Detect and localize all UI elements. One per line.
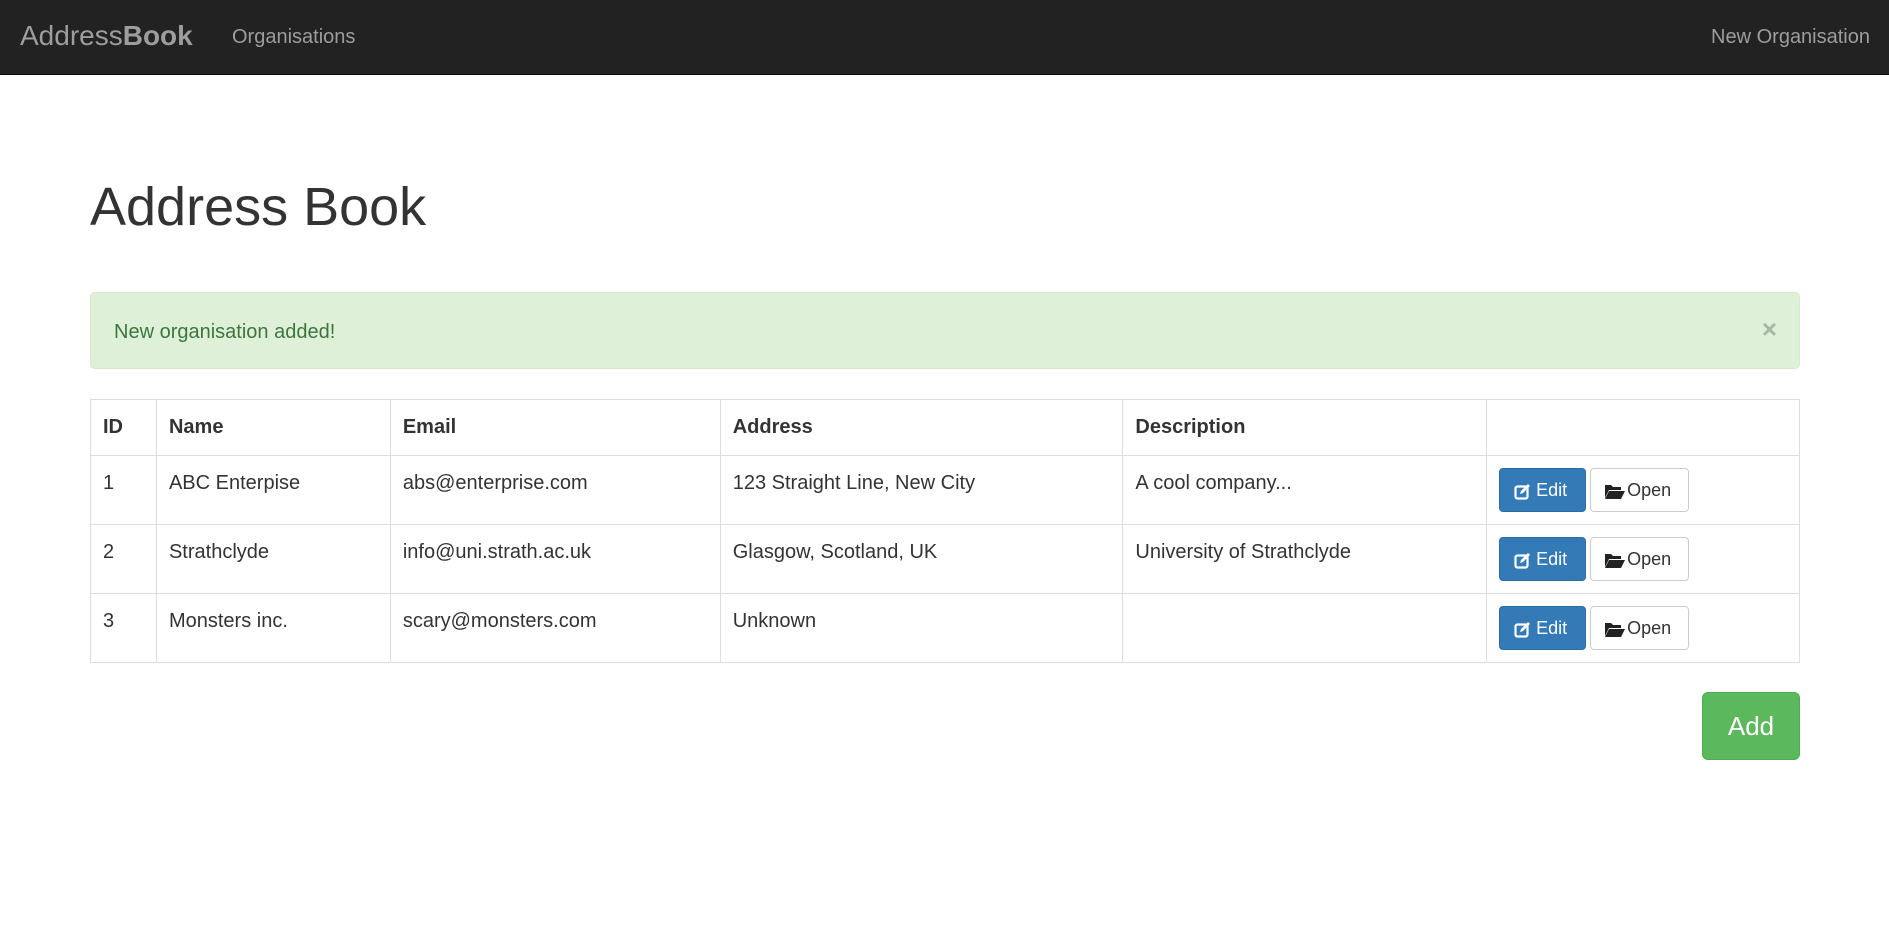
cell-id: 2 (90, 524, 157, 594)
brand-bold: Book (122, 20, 193, 51)
cell-email: scary@monsters.com (389, 593, 721, 663)
cell-address: Glasgow, Scotland, UK (719, 524, 1124, 594)
navbar: AddressBook Organisations New Organisati… (0, 0, 1889, 75)
cell-actions: Edit Open (1486, 455, 1800, 525)
open-button[interactable]: Open (1590, 468, 1690, 512)
table-row: 2 Strathclyde info@uni.strath.ac.uk Glas… (90, 524, 1800, 594)
edit-icon (1514, 621, 1531, 638)
brand-logo[interactable]: AddressBook (20, 20, 193, 52)
edit-button[interactable]: Edit (1499, 537, 1587, 581)
organisations-table: ID Name Email Address Description 1 ABC … (90, 399, 1800, 663)
brand-light: Address (20, 20, 123, 51)
nav-new-organisation-link[interactable]: New Organisation (1711, 25, 1870, 49)
edit-label: Edit (1536, 480, 1568, 500)
open-button[interactable]: Open (1590, 537, 1690, 581)
cell-email: info@uni.strath.ac.uk (389, 524, 721, 594)
page-title: Address Book (90, 177, 427, 237)
success-alert: New organisation added! × (90, 292, 1800, 369)
header-address: Address (719, 399, 1124, 456)
open-button[interactable]: Open (1590, 606, 1690, 650)
header-name: Name (155, 399, 391, 456)
table-row: 3 Monsters inc. scary@monsters.com Unkno… (90, 593, 1800, 663)
open-label: Open (1627, 549, 1672, 569)
header-id: ID (90, 399, 157, 456)
cell-actions: Edit Open (1486, 524, 1800, 594)
cell-email: abs@enterprise.com (389, 455, 721, 525)
cell-id: 1 (90, 455, 157, 525)
cell-name: ABC Enterpise (155, 455, 391, 525)
alert-close-button[interactable]: × (1762, 314, 1777, 344)
cell-actions: Edit Open (1486, 593, 1800, 663)
header-actions (1486, 399, 1800, 456)
table-header-row: ID Name Email Address Description (90, 399, 1800, 456)
cell-description (1122, 593, 1488, 663)
cell-name: Monsters inc. (155, 593, 391, 663)
folder-open-icon (1604, 552, 1626, 569)
open-label: Open (1627, 618, 1672, 638)
edit-button[interactable]: Edit (1499, 468, 1587, 512)
open-label: Open (1627, 480, 1672, 500)
cell-description: University of Strathclyde (1122, 524, 1488, 594)
folder-open-icon (1604, 621, 1626, 638)
cell-address: 123 Straight Line, New City (719, 455, 1124, 525)
edit-icon (1514, 552, 1531, 569)
add-button[interactable]: Add (1702, 692, 1800, 760)
folder-open-icon (1604, 483, 1626, 500)
cell-address: Unknown (719, 593, 1124, 663)
edit-label: Edit (1536, 618, 1568, 638)
edit-label: Edit (1536, 549, 1568, 569)
edit-icon (1514, 483, 1531, 500)
cell-description: A cool company... (1122, 455, 1488, 525)
cell-id: 3 (90, 593, 157, 663)
nav-organisations-link[interactable]: Organisations (232, 25, 355, 49)
table-row: 1 ABC Enterpise abs@enterprise.com 123 S… (90, 455, 1800, 525)
header-email: Email (389, 399, 721, 456)
header-description: Description (1122, 399, 1488, 456)
edit-button[interactable]: Edit (1499, 606, 1587, 650)
cell-name: Strathclyde (155, 524, 391, 594)
alert-message: New organisation added! (114, 321, 336, 343)
